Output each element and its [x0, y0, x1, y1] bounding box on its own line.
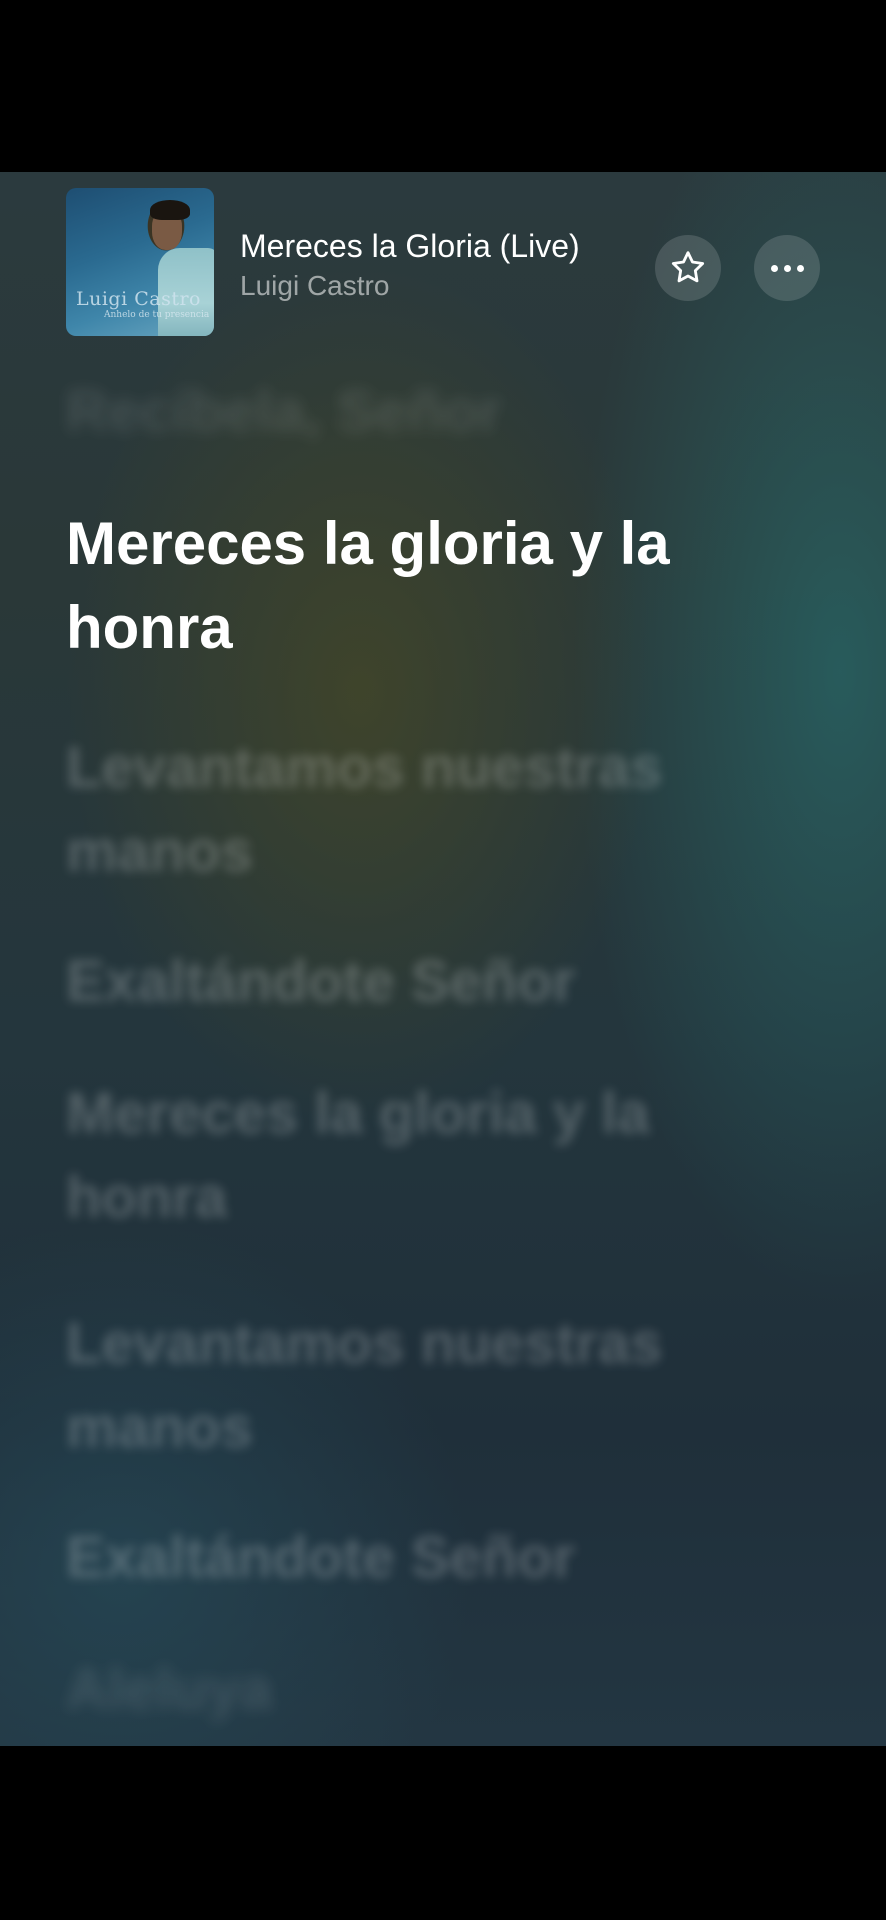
- album-art-title: Luigi Castro: [76, 288, 201, 310]
- lyric-line[interactable]: Exaltándote Señor: [66, 1516, 766, 1600]
- now-playing-header: Luigi Castro Anhelo de tu presencia Mere…: [0, 172, 886, 342]
- lyric-line-current[interactable]: Mereces la gloria y la honra: [66, 502, 766, 670]
- lyric-line[interactable]: Recíbela, Señor: [66, 370, 766, 454]
- album-art-subtitle: Anhelo de tu presencia: [104, 310, 210, 320]
- ellipsis-icon: [770, 264, 804, 272]
- screen: Recíbela, Señor Mereces la gloria y la h…: [0, 0, 886, 1920]
- album-art[interactable]: Luigi Castro Anhelo de tu presencia: [66, 188, 214, 336]
- song-title[interactable]: Mereces la Gloria (Live): [240, 228, 580, 265]
- lyric-line[interactable]: Aleluya: [66, 1648, 766, 1732]
- lyric-line[interactable]: Levantamos nuestras manos: [66, 1302, 766, 1470]
- lyric-line[interactable]: Exaltándote Señor: [66, 940, 766, 1024]
- lyrics-player: Recíbela, Señor Mereces la gloria y la h…: [0, 172, 886, 1746]
- album-art-hair: [150, 200, 190, 220]
- favorite-button[interactable]: [655, 235, 721, 301]
- navigation-bar-area: [0, 1746, 886, 1920]
- more-options-button[interactable]: [754, 235, 820, 301]
- song-artist[interactable]: Luigi Castro: [240, 270, 389, 302]
- star-icon: [671, 251, 705, 283]
- lyric-line[interactable]: Mereces la gloria y la honra: [66, 1072, 766, 1240]
- status-bar-area: [0, 0, 886, 172]
- lyric-line[interactable]: Levantamos nuestras manos: [66, 726, 766, 894]
